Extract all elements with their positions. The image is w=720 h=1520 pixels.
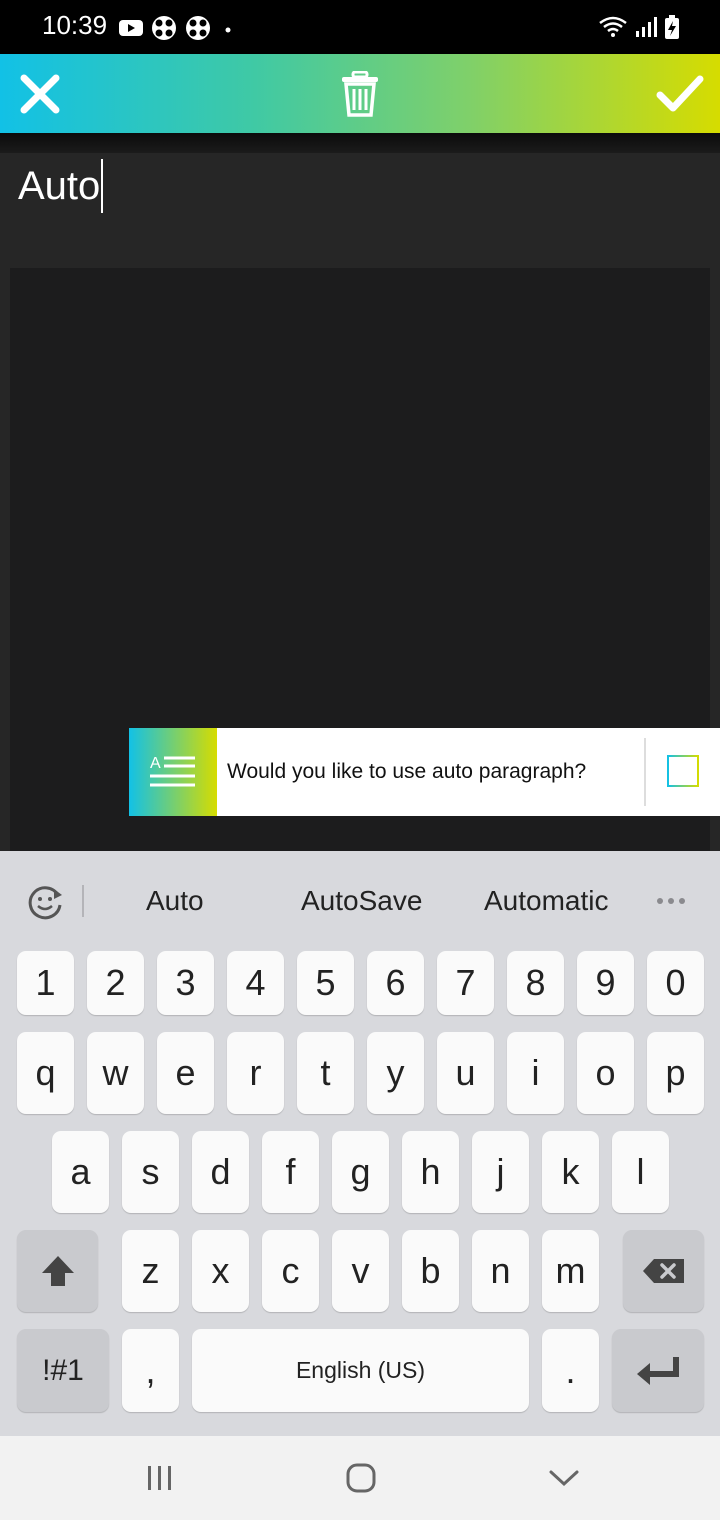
key-g[interactable]: g: [332, 1131, 389, 1213]
key-q[interactable]: q: [17, 1032, 74, 1114]
prompt-text: Would you like to use auto paragraph?: [227, 760, 587, 783]
key-t[interactable]: t: [297, 1032, 354, 1114]
status-bar: 10:39: [0, 0, 720, 54]
home-button[interactable]: [331, 1458, 391, 1498]
key-v[interactable]: v: [332, 1230, 389, 1312]
key-s[interactable]: s: [122, 1131, 179, 1213]
app-icon: [186, 16, 210, 40]
key-r[interactable]: r: [227, 1032, 284, 1114]
space-key[interactable]: English (US): [192, 1329, 529, 1412]
key-j[interactable]: j: [472, 1131, 529, 1213]
title-area: Auto: [0, 153, 720, 268]
app-icon: [152, 16, 176, 40]
suggestion-bar: Auto AutoSave Automatic: [0, 851, 720, 951]
backspace-icon: [642, 1259, 684, 1283]
suggestion-1[interactable]: Auto: [146, 885, 204, 917]
auto-paragraph-prompt[interactable]: A Would you like to use auto paragraph?: [129, 728, 720, 816]
title-text: Auto: [18, 163, 101, 208]
save-button[interactable]: [640, 54, 720, 133]
key-e[interactable]: e: [157, 1032, 214, 1114]
period-key[interactable]: .: [542, 1329, 599, 1412]
dot-icon: [225, 27, 231, 33]
key-4[interactable]: 4: [227, 951, 284, 1015]
back-button[interactable]: [534, 1458, 594, 1498]
text-cursor: [101, 159, 104, 213]
suggestion-divider: [82, 885, 84, 917]
home-icon: [346, 1463, 376, 1493]
key-y[interactable]: y: [367, 1032, 424, 1114]
editor-toolbar: [0, 54, 720, 133]
back-icon: [549, 1470, 579, 1487]
youtube-icon: [119, 20, 143, 36]
key-0[interactable]: 0: [647, 951, 704, 1015]
navigation-bar: [0, 1436, 720, 1520]
status-time: 10:39: [42, 10, 108, 40]
close-icon: [20, 74, 60, 113]
battery-icon: [665, 15, 679, 39]
trash-icon: [342, 70, 378, 117]
wifi-icon: [599, 16, 627, 37]
key-x[interactable]: x: [192, 1230, 249, 1312]
key-9[interactable]: 9: [577, 951, 634, 1015]
recent-apps-icon: [148, 1466, 171, 1490]
comma-key[interactable]: ,: [122, 1329, 179, 1412]
key-k[interactable]: k: [542, 1131, 599, 1213]
recent-apps-button[interactable]: [130, 1458, 190, 1498]
key-p[interactable]: p: [647, 1032, 704, 1114]
signal-icon: [636, 17, 657, 37]
shift-icon: [41, 1256, 74, 1286]
key-7[interactable]: 7: [437, 951, 494, 1015]
close-button[interactable]: [0, 54, 80, 133]
emoji-refresh-icon: [28, 886, 62, 920]
enter-key[interactable]: [612, 1329, 704, 1412]
key-1[interactable]: 1: [17, 951, 74, 1015]
key-z[interactable]: z: [122, 1230, 179, 1312]
key-i[interactable]: i: [507, 1032, 564, 1114]
shift-key[interactable]: [17, 1230, 98, 1312]
emoji-refresh-button[interactable]: [24, 881, 66, 928]
more-suggestions-button[interactable]: [656, 891, 686, 916]
check-icon: [656, 75, 704, 111]
key-h[interactable]: h: [402, 1131, 459, 1213]
toolbar-shadow: [0, 133, 720, 153]
title-input[interactable]: Auto: [18, 159, 104, 213]
prompt-divider: [644, 738, 646, 806]
key-f[interactable]: f: [262, 1131, 319, 1213]
more-icon: [657, 898, 685, 904]
key-m[interactable]: m: [542, 1230, 599, 1312]
key-2[interactable]: 2: [87, 951, 144, 1015]
delete-button[interactable]: [320, 54, 400, 133]
key-b[interactable]: b: [402, 1230, 459, 1312]
key-u[interactable]: u: [437, 1032, 494, 1114]
prompt-icon-box: A: [129, 728, 217, 816]
paragraph-icon: A: [150, 755, 195, 787]
key-8[interactable]: 8: [507, 951, 564, 1015]
keyboard: Auto AutoSave Automatic 1 2 3 4 5 6 7 8 …: [0, 851, 720, 1436]
enter-icon: [637, 1356, 679, 1385]
svg-text:A: A: [150, 755, 161, 772]
key-n[interactable]: n: [472, 1230, 529, 1312]
key-d[interactable]: d: [192, 1131, 249, 1213]
backspace-key[interactable]: [623, 1230, 704, 1312]
key-l[interactable]: l: [612, 1131, 669, 1213]
key-6[interactable]: 6: [367, 951, 424, 1015]
key-5[interactable]: 5: [297, 951, 354, 1015]
suggestion-3[interactable]: Automatic: [484, 885, 609, 917]
suggestion-2[interactable]: AutoSave: [301, 885, 422, 917]
key-c[interactable]: c: [262, 1230, 319, 1312]
symbols-key[interactable]: !#1: [17, 1329, 109, 1412]
key-a[interactable]: a: [52, 1131, 109, 1213]
key-w[interactable]: w: [87, 1032, 144, 1114]
key-o[interactable]: o: [577, 1032, 634, 1114]
auto-paragraph-checkbox[interactable]: [667, 755, 699, 787]
key-3[interactable]: 3: [157, 951, 214, 1015]
